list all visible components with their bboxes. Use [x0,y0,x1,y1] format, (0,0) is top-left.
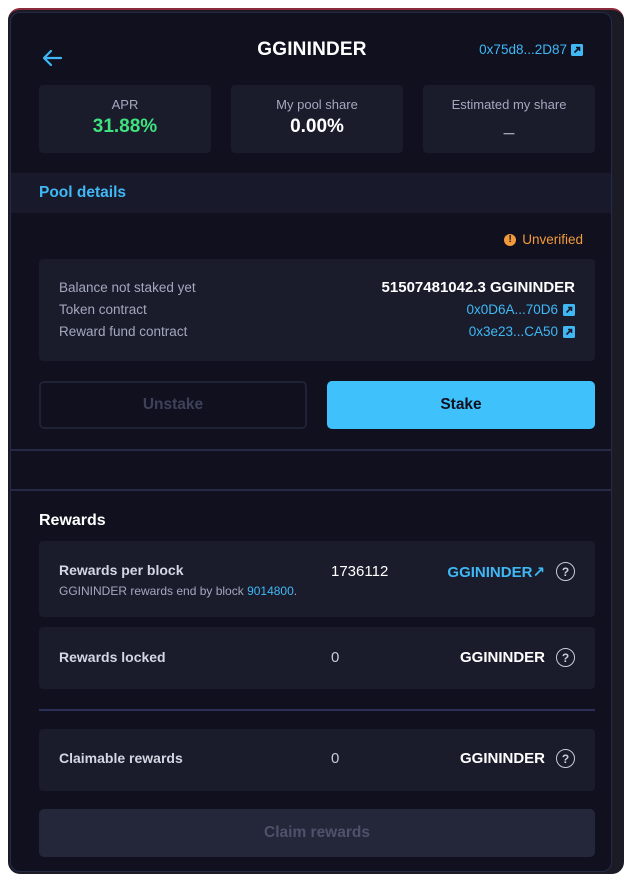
reward-fund-contract-text: 0x3e23...CA50 [468,324,558,339]
reward-card-claimable: Claimable rewards 0 GGININDER ? [39,729,595,791]
help-icon[interactable]: ? [556,749,575,768]
reward-fund-contract-link[interactable]: 0x3e23...CA50 [469,324,575,339]
reward-value: 0 [331,750,340,767]
status-badge: ! Unverified [504,232,583,247]
detail-label: Balance not staked yet [59,280,196,295]
reward-value: 1736112 [331,563,389,580]
reward-end-note: GGININDER rewards end by block 9014800. [59,584,297,598]
detail-label: Token contract [59,302,147,317]
reward-value: 0 [331,649,340,666]
stake-button[interactable]: Stake [327,381,595,429]
stat-pool-share-label: My pool share [276,97,358,112]
exclamation-icon: ! [504,233,517,246]
divider [11,489,611,491]
stat-apr-label: APR [111,97,139,112]
reward-label: Claimable rewards [59,750,183,766]
rewards-title: Rewards [39,512,106,529]
end-block-link[interactable]: 9014800 [247,584,294,598]
reward-token: GGININDER [459,750,545,767]
reward-token: GGININDER [459,649,545,666]
external-link-icon [563,303,575,316]
pool-address-text: 0x75d8...2D87 [479,42,567,57]
stat-pool-share-value: 0.00% [290,116,344,137]
pool-details-title: Pool details [39,184,126,201]
token-contract-link[interactable]: 0x0D6A...70D6 [466,302,575,317]
reward-end-prefix: GGININDER rewards end by block [59,584,248,598]
stat-estimated-share-label: Estimated my share [451,97,567,112]
external-link-icon [563,325,575,338]
detail-row-token-contract: Token contract 0x0D6A...70D6 [59,302,575,317]
reward-card-per-block: Rewards per block GGININDER rewards end … [39,541,595,617]
detail-row-balance: Balance not staked yet 51507481042.3 GGI… [59,279,575,296]
pool-address-link[interactable]: 0x75d8...2D87 [479,42,583,57]
reward-label: Rewards locked [59,649,166,665]
reward-label: Rewards per block [59,562,184,578]
divider [39,709,595,711]
unstake-button[interactable]: Unstake [39,381,307,429]
detail-value: 51507481042.3 GGININDER [381,279,575,296]
token-contract-text: 0x0D6A...70D6 [466,302,558,317]
reward-end-suffix: . [293,584,298,598]
stat-pool-share: My pool share 0.00% [231,85,403,153]
stat-apr: APR 31.88% [39,85,211,153]
stat-apr-value: 31.88% [92,116,158,137]
pool-panel: GGININDER 0x75d8...2D87 APR 31.88% My po… [10,12,612,872]
stat-estimated-share: Estimated my share _ [423,85,595,153]
help-icon[interactable]: ? [556,562,575,581]
detail-label: Reward fund contract [59,324,188,339]
status-text: Unverified [522,232,583,247]
pool-details-card: Balance not staked yet 51507481042.3 GGI… [39,259,595,361]
help-icon[interactable]: ? [556,648,575,667]
stat-estimated-share-value: _ [503,116,515,137]
pool-details-header[interactable]: Pool details [11,173,611,213]
reward-token-link[interactable]: GGININDER↗ [447,563,545,581]
detail-row-reward-fund: Reward fund contract 0x3e23...CA50 [59,324,575,339]
reward-card-locked: Rewards locked 0 GGININDER ? [39,627,595,689]
external-link-icon [571,43,583,56]
divider [11,449,611,451]
claim-rewards-button[interactable]: Claim rewards [39,809,595,857]
